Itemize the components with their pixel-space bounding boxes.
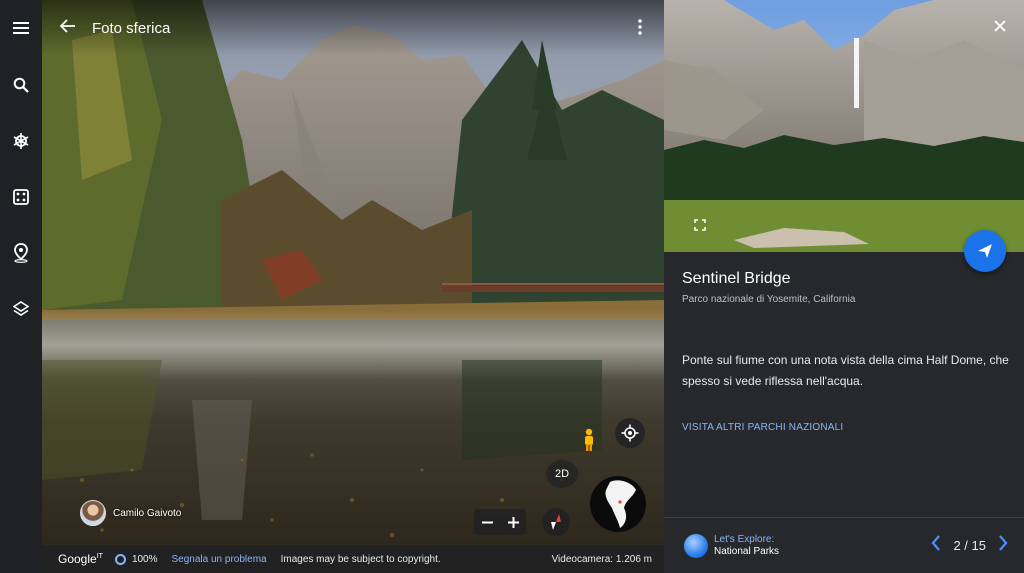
back-button[interactable] <box>59 18 76 38</box>
zoom-out-button[interactable] <box>481 512 493 533</box>
compass-button[interactable] <box>542 508 570 536</box>
story-title[interactable]: Let's Explore: National Parks <box>714 534 779 558</box>
menu-button[interactable] <box>0 14 42 42</box>
slide-counter: 2 / 15 <box>953 538 986 553</box>
place-subtitle: Parco nazionale di Yosemite, California <box>682 294 856 305</box>
story-navigation: Let's Explore: National Parks 2 / 15 <box>664 517 1024 573</box>
avatar <box>80 500 106 526</box>
fullscreen-icon <box>694 219 706 231</box>
arrow-back-icon <box>59 18 75 33</box>
knowledge-card-panel: Sentinel Bridge Parco nazionale di Yosem… <box>664 0 1024 573</box>
load-progress: 100% <box>131 553 158 565</box>
brand-region: IT <box>96 553 103 560</box>
viewer-top-bar: Foto sferica <box>42 0 664 56</box>
photo-author[interactable]: Camilo Gaivoto <box>80 500 181 526</box>
search-button[interactable] <box>0 71 42 99</box>
explore-more-parks-link[interactable]: VISITA ALTRI PARCHI NAZIONALI <box>682 422 843 433</box>
fullscreen-photo-button[interactable] <box>694 218 706 236</box>
minus-icon <box>481 521 493 523</box>
pegman-button[interactable] <box>578 427 600 453</box>
story-title-line2: National Parks <box>714 545 780 557</box>
report-problem-link[interactable]: Segnala un problema <box>172 554 267 565</box>
voyager-story-logo <box>684 533 708 558</box>
left-rail <box>0 0 42 573</box>
map-style-button[interactable] <box>0 295 42 323</box>
photo-sphere-viewer[interactable]: Foto sferica Camilo Gaivoto 2D GoogleIT … <box>42 0 664 573</box>
share-button[interactable] <box>964 230 1006 272</box>
story-title-line1: Let's Explore: <box>714 533 775 545</box>
yosemite-falls-photo[interactable] <box>664 0 1024 252</box>
previous-slide-button[interactable] <box>931 535 941 556</box>
author-name: Camilo Gaivoto <box>113 507 182 519</box>
viewer-footer: GoogleIT 100% Segnala un problema Images… <box>42 545 664 573</box>
projects-button[interactable] <box>0 239 42 267</box>
more-options-button[interactable] <box>638 19 642 40</box>
globe-icon <box>590 476 646 532</box>
zoom-controls <box>474 509 526 535</box>
menu-icon <box>13 22 29 34</box>
mini-globe[interactable] <box>588 468 648 538</box>
google-earth-app: Foto sferica Camilo Gaivoto 2D GoogleIT … <box>0 0 1024 573</box>
zoom-in-button[interactable] <box>507 512 519 533</box>
camera-altitude: Videocamera: 1.206 m <box>551 553 652 565</box>
voyager-button[interactable] <box>0 127 42 155</box>
dice-icon <box>13 189 29 205</box>
chevron-right-icon <box>999 535 1008 551</box>
loading-ring-icon <box>114 553 126 565</box>
close-panel-button[interactable] <box>994 19 1006 37</box>
chevron-left-icon <box>932 535 941 551</box>
layers-icon <box>13 301 29 316</box>
viewer-title: Foto sferica <box>92 19 171 37</box>
google-logo: GoogleIT <box>58 552 103 566</box>
yosemite-panorama-image[interactable] <box>42 0 664 573</box>
next-slide-button[interactable] <box>998 535 1008 556</box>
copyright-notice: Images may be subject to copyright. <box>280 553 441 565</box>
place-icon <box>14 243 28 263</box>
2d-3d-toggle-button[interactable]: 2D <box>546 460 578 488</box>
search-icon <box>13 77 29 93</box>
close-icon <box>994 20 1006 32</box>
more-vert-icon <box>638 19 642 35</box>
send-icon <box>978 244 992 258</box>
pegman-icon <box>585 428 593 451</box>
plus-icon <box>507 516 519 528</box>
my-location-button[interactable] <box>615 418 645 448</box>
place-description: Ponte sul fiume con una nota vista della… <box>682 353 1009 388</box>
voyager-icon <box>13 133 29 149</box>
place-title: Sentinel Bridge <box>682 270 791 287</box>
compass-icon <box>551 514 561 530</box>
brand-text: Google <box>58 552 97 566</box>
feeling-lucky-button[interactable] <box>0 183 42 211</box>
my-location-icon <box>621 424 639 442</box>
